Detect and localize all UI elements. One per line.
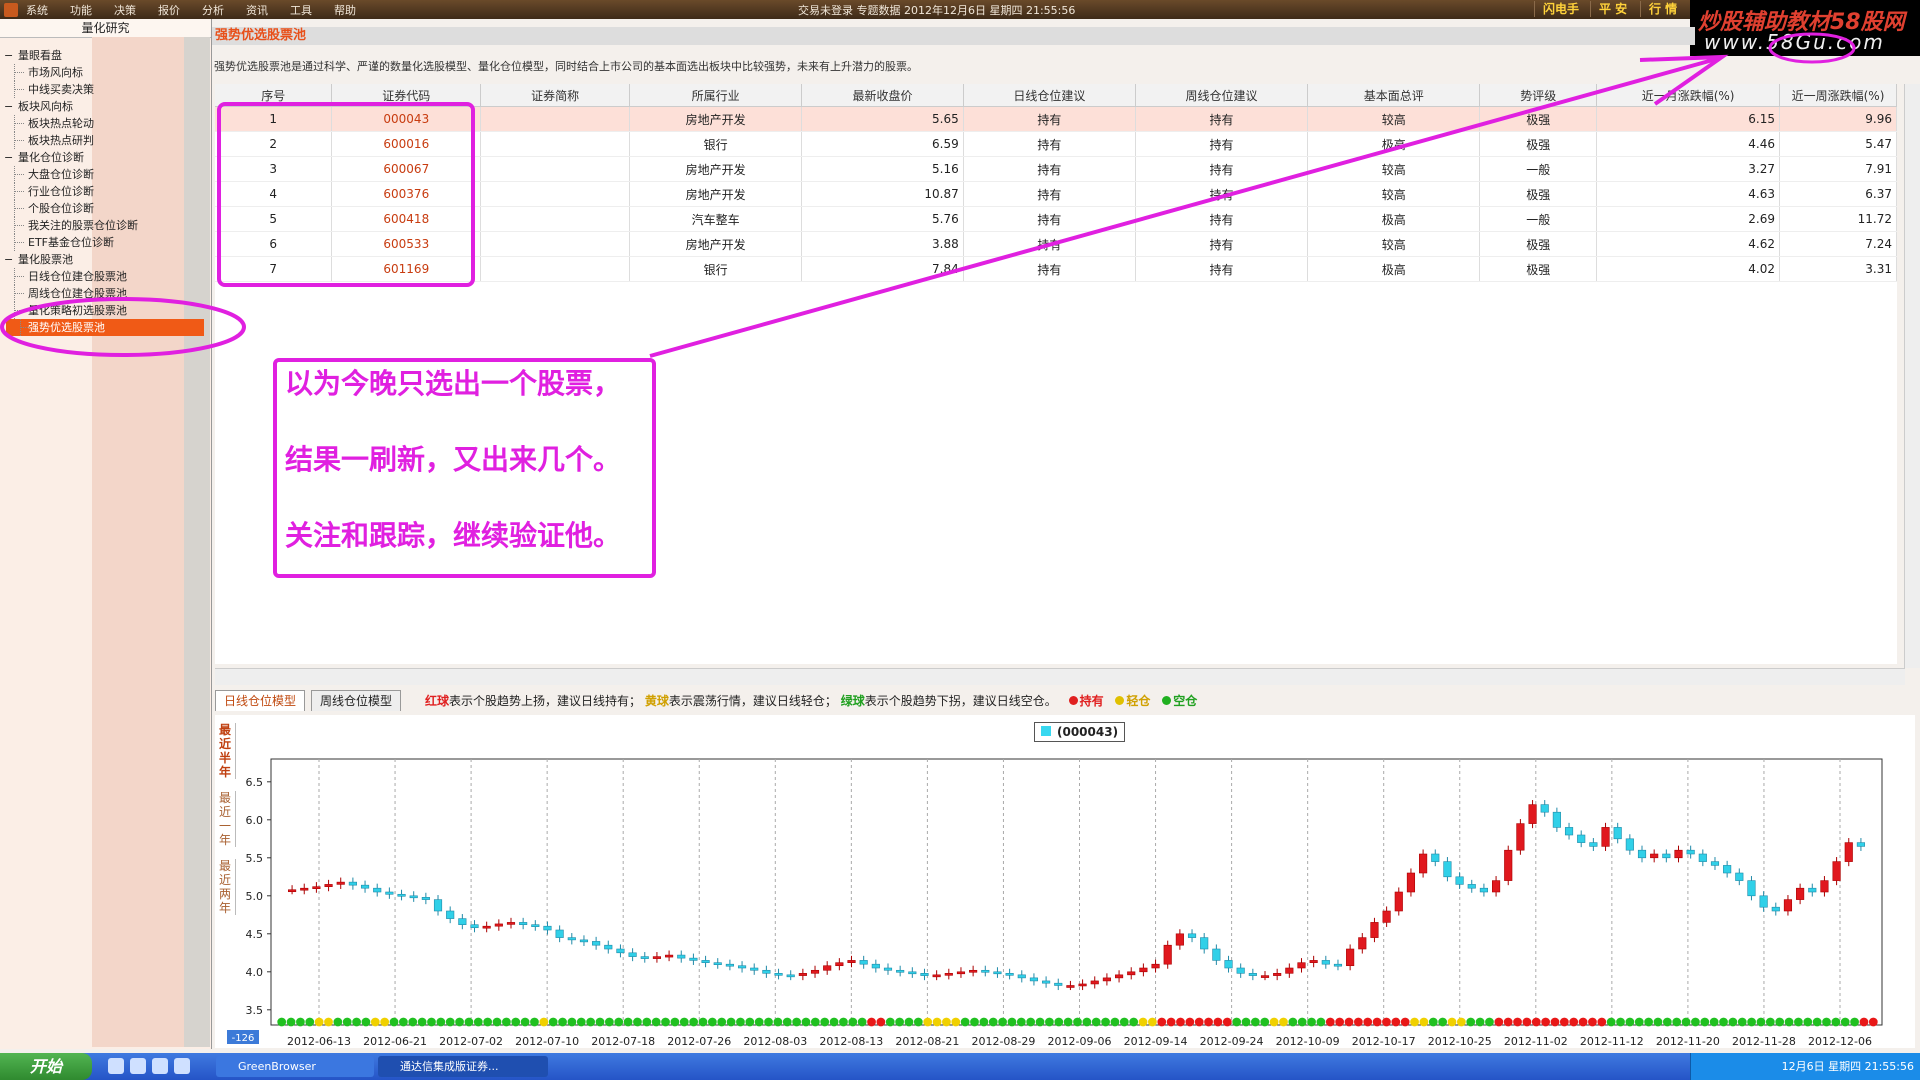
annotation-line-1: 以为今晚只选出一个股票， (285, 367, 622, 400)
clock[interactable]: 12月6日 星期四 21:55:56 (1782, 1060, 1914, 1073)
arrow-head-icon (1639, 54, 1729, 106)
sidebar-highlight-ellipse (0, 297, 246, 357)
annotation-line-3: 关注和跟踪，继续验证他。 (285, 519, 622, 552)
quicklaunch-icon-1[interactable] (108, 1058, 124, 1074)
quicklaunch-icon-4[interactable] (174, 1058, 190, 1074)
task-tdx[interactable]: 通达信集成版证券... (378, 1056, 548, 1077)
system-tray: 12月6日 星期四 21:55:56 (1690, 1053, 1920, 1080)
taskbar: 开始 GreenBrowser 通达信集成版证券... 12月6日 星期四 21… (0, 1053, 1920, 1080)
annotation-arrow-line (649, 56, 1721, 358)
quicklaunch-icon-3[interactable] (152, 1058, 168, 1074)
task-greenbrowser[interactable]: GreenBrowser (216, 1056, 374, 1077)
watermark-highlight-ellipse (1768, 32, 1856, 64)
annotation-line-2: 结果一刷新，又出来几个。 (285, 443, 622, 476)
code-column-highlight (217, 102, 475, 287)
start-button[interactable]: 开始 (0, 1053, 92, 1080)
quicklaunch-icon-2[interactable] (130, 1058, 146, 1074)
